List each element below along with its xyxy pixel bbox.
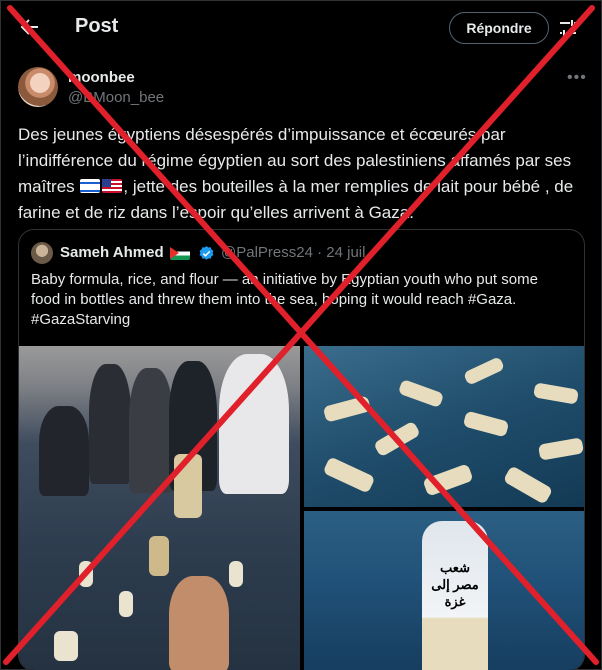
quoted-tweet-card[interactable]: Sameh Ahmed @PalPress24 · 24 juil. Baby … xyxy=(18,229,585,670)
tweet-text-part-2: , jette des bouteilles à la mer remplies… xyxy=(18,177,574,222)
quoted-author-avatar[interactable] xyxy=(31,242,53,264)
author-display-name[interactable]: moonbee xyxy=(68,69,135,86)
tweet-text: Des jeunes égyptiens désespérés d’impuis… xyxy=(18,122,578,226)
verified-badge-icon xyxy=(199,246,214,260)
author-avatar[interactable] xyxy=(18,67,58,107)
author-handle[interactable]: @BMoon_bee xyxy=(68,89,164,106)
quoted-author-name[interactable]: Sameh Ahmed xyxy=(60,244,164,261)
page-title: Post xyxy=(75,15,119,37)
us-flag-emoji xyxy=(102,179,123,193)
israel-flag-emoji xyxy=(80,179,101,193)
more-options-icon[interactable]: ••• xyxy=(567,69,586,87)
bottle-closeup-photo[interactable]: شعب مصر إلى غزة xyxy=(304,511,584,670)
floating-bottles-photo[interactable] xyxy=(304,346,584,507)
reply-button[interactable]: Répondre xyxy=(449,12,549,44)
people-throwing-bottles-photo[interactable] xyxy=(19,346,300,670)
back-arrow-icon[interactable] xyxy=(17,15,41,39)
quoted-handle-date: @PalPress24 · 24 juil. xyxy=(221,244,370,261)
palestine-flag-emoji xyxy=(170,247,190,260)
sliders-icon[interactable] xyxy=(557,17,579,39)
quoted-tweet-text: Baby formula, rice, and flour — an initi… xyxy=(31,271,538,328)
media-grid: شعب مصر إلى غزة xyxy=(19,346,584,670)
bottle-arabic-label: شعب مصر إلى غزة xyxy=(431,560,479,609)
post-page: Post Répondre moonbee @BMoon_bee ••• Des… xyxy=(0,0,602,670)
header: Post Répondre xyxy=(1,1,601,55)
